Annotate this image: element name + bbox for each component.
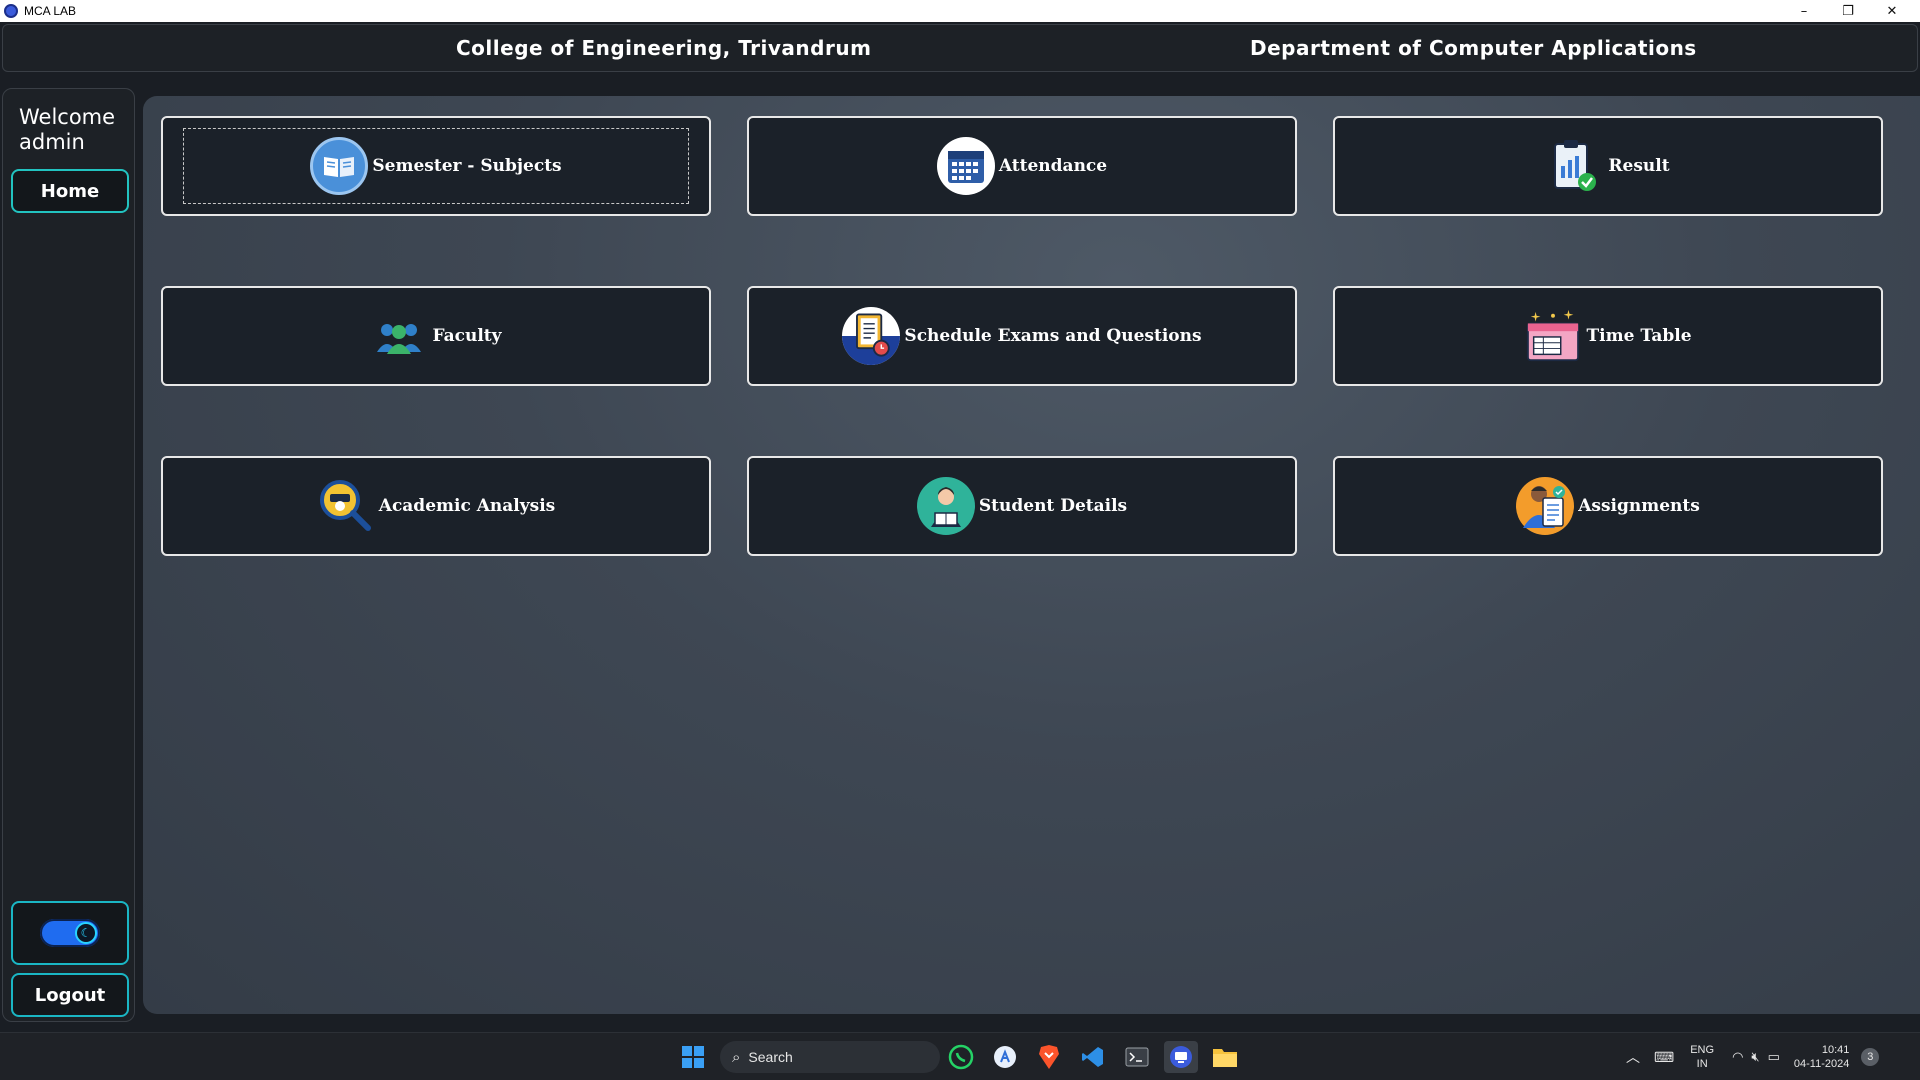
close-button[interactable]: ✕ bbox=[1870, 0, 1914, 22]
language-indicator[interactable]: ENG IN bbox=[1690, 1043, 1714, 1071]
book-icon bbox=[310, 137, 369, 195]
lang-region: IN bbox=[1696, 1058, 1708, 1070]
assignment-icon bbox=[1516, 477, 1575, 535]
exam-schedule-icon bbox=[842, 307, 901, 365]
welcome-greeting: Welcome bbox=[19, 105, 116, 129]
module-grid: Semester - Subjects Attendance Result Fa… bbox=[161, 116, 1913, 666]
clipboard-check-icon bbox=[1546, 137, 1604, 195]
minimize-button[interactable]: – bbox=[1782, 0, 1826, 22]
restore-button[interactable]: ❐ bbox=[1826, 0, 1870, 22]
terminal-icon[interactable] bbox=[1120, 1041, 1154, 1073]
tile-label: Time Table bbox=[1586, 326, 1692, 346]
tile-label: Student Details bbox=[978, 496, 1128, 516]
search-icon: ⌕ bbox=[732, 1048, 741, 1066]
battery-icon[interactable]: ▭ bbox=[1768, 1049, 1780, 1065]
wifi-icon[interactable]: ◠ bbox=[1732, 1049, 1743, 1065]
tile-label: Attendance bbox=[998, 156, 1108, 176]
home-button[interactable]: Home bbox=[11, 169, 129, 213]
vscode-icon[interactable] bbox=[1076, 1041, 1110, 1073]
notification-badge[interactable]: 3 bbox=[1861, 1048, 1880, 1066]
main-panel: Semester - Subjects Attendance Result Fa… bbox=[143, 96, 1920, 1014]
chevron-up-icon[interactable]: ︿ bbox=[1626, 1047, 1640, 1067]
tile-label: Semester - Subjects bbox=[372, 156, 562, 176]
analysis-magnifier-icon bbox=[317, 477, 375, 535]
taskbar-search[interactable]: ⌕ Search bbox=[720, 1041, 940, 1073]
app-icon bbox=[4, 4, 18, 18]
welcome-username: admin bbox=[19, 130, 85, 154]
clock[interactable]: 10:41 04-11-2024 bbox=[1794, 1043, 1849, 1071]
tile-academic-analysis[interactable]: Academic Analysis bbox=[161, 456, 711, 556]
taskbar: ⌕ Search ︿ ⌨ ENG IN ◠ 🔇︎ ▭ 10:41 04-11-2… bbox=[0, 1032, 1920, 1080]
student-icon bbox=[916, 477, 975, 535]
tile-student-details[interactable]: Student Details bbox=[747, 456, 1297, 556]
search-placeholder: Search bbox=[748, 1049, 793, 1065]
tile-label: Schedule Exams and Questions bbox=[904, 326, 1202, 346]
tile-schedule-exams[interactable]: Schedule Exams and Questions bbox=[747, 286, 1297, 386]
tile-semester-subjects[interactable]: Semester - Subjects bbox=[161, 116, 711, 216]
department-name: Department of Computer Applications bbox=[1250, 36, 1697, 60]
group-icon bbox=[370, 307, 428, 365]
theme-toggle-switch[interactable]: ☾ bbox=[40, 919, 100, 947]
clock-date: 04-11-2024 bbox=[1793, 1058, 1850, 1070]
moon-icon: ☾ bbox=[75, 922, 97, 944]
lang-code: ENG bbox=[1690, 1044, 1715, 1056]
tile-label: Result bbox=[1608, 156, 1670, 176]
tile-faculty[interactable]: Faculty bbox=[161, 286, 711, 386]
mca-lab-app-icon[interactable] bbox=[1164, 1041, 1198, 1073]
brave-browser-icon[interactable] bbox=[1032, 1041, 1066, 1073]
windows-start-icon[interactable] bbox=[676, 1041, 710, 1073]
college-name: College of Engineering, Trivandrum bbox=[456, 36, 872, 60]
app-header: College of Engineering, Trivandrum Depar… bbox=[2, 24, 1918, 72]
keyboard-icon[interactable]: ⌨ bbox=[1654, 1049, 1674, 1066]
window-titlebar: MCA LAB – ❐ ✕ bbox=[0, 0, 1920, 22]
window-title: MCA LAB bbox=[24, 4, 77, 18]
tile-assignments[interactable]: Assignments bbox=[1333, 456, 1883, 556]
tile-time-table[interactable]: Time Table bbox=[1333, 286, 1883, 386]
calendar-icon bbox=[936, 137, 995, 195]
speaker-muted-icon[interactable]: 🔇︎ bbox=[1751, 1049, 1759, 1065]
welcome-text: Welcome admin bbox=[19, 105, 115, 155]
app-store-icon[interactable] bbox=[988, 1041, 1022, 1073]
tile-attendance[interactable]: Attendance bbox=[747, 116, 1297, 216]
whatsapp-icon[interactable] bbox=[944, 1041, 978, 1073]
system-tray: ︿ ⌨ ENG IN ◠ 🔇︎ ▭ 10:41 04-11-2024 3 bbox=[1626, 1033, 1880, 1080]
tile-label: Assignments bbox=[1578, 496, 1700, 516]
timetable-icon bbox=[1524, 307, 1582, 365]
tile-label: Faculty bbox=[432, 326, 502, 346]
file-explorer-icon[interactable] bbox=[1208, 1041, 1242, 1073]
sidebar: Welcome admin Home ☾ Logout bbox=[2, 88, 135, 1022]
tile-result[interactable]: Result bbox=[1333, 116, 1883, 216]
theme-toggle-button[interactable]: ☾ bbox=[11, 901, 129, 965]
tile-label: Academic Analysis bbox=[378, 496, 556, 516]
clock-time: 10:41 bbox=[1821, 1044, 1850, 1056]
logout-button[interactable]: Logout bbox=[11, 973, 129, 1017]
